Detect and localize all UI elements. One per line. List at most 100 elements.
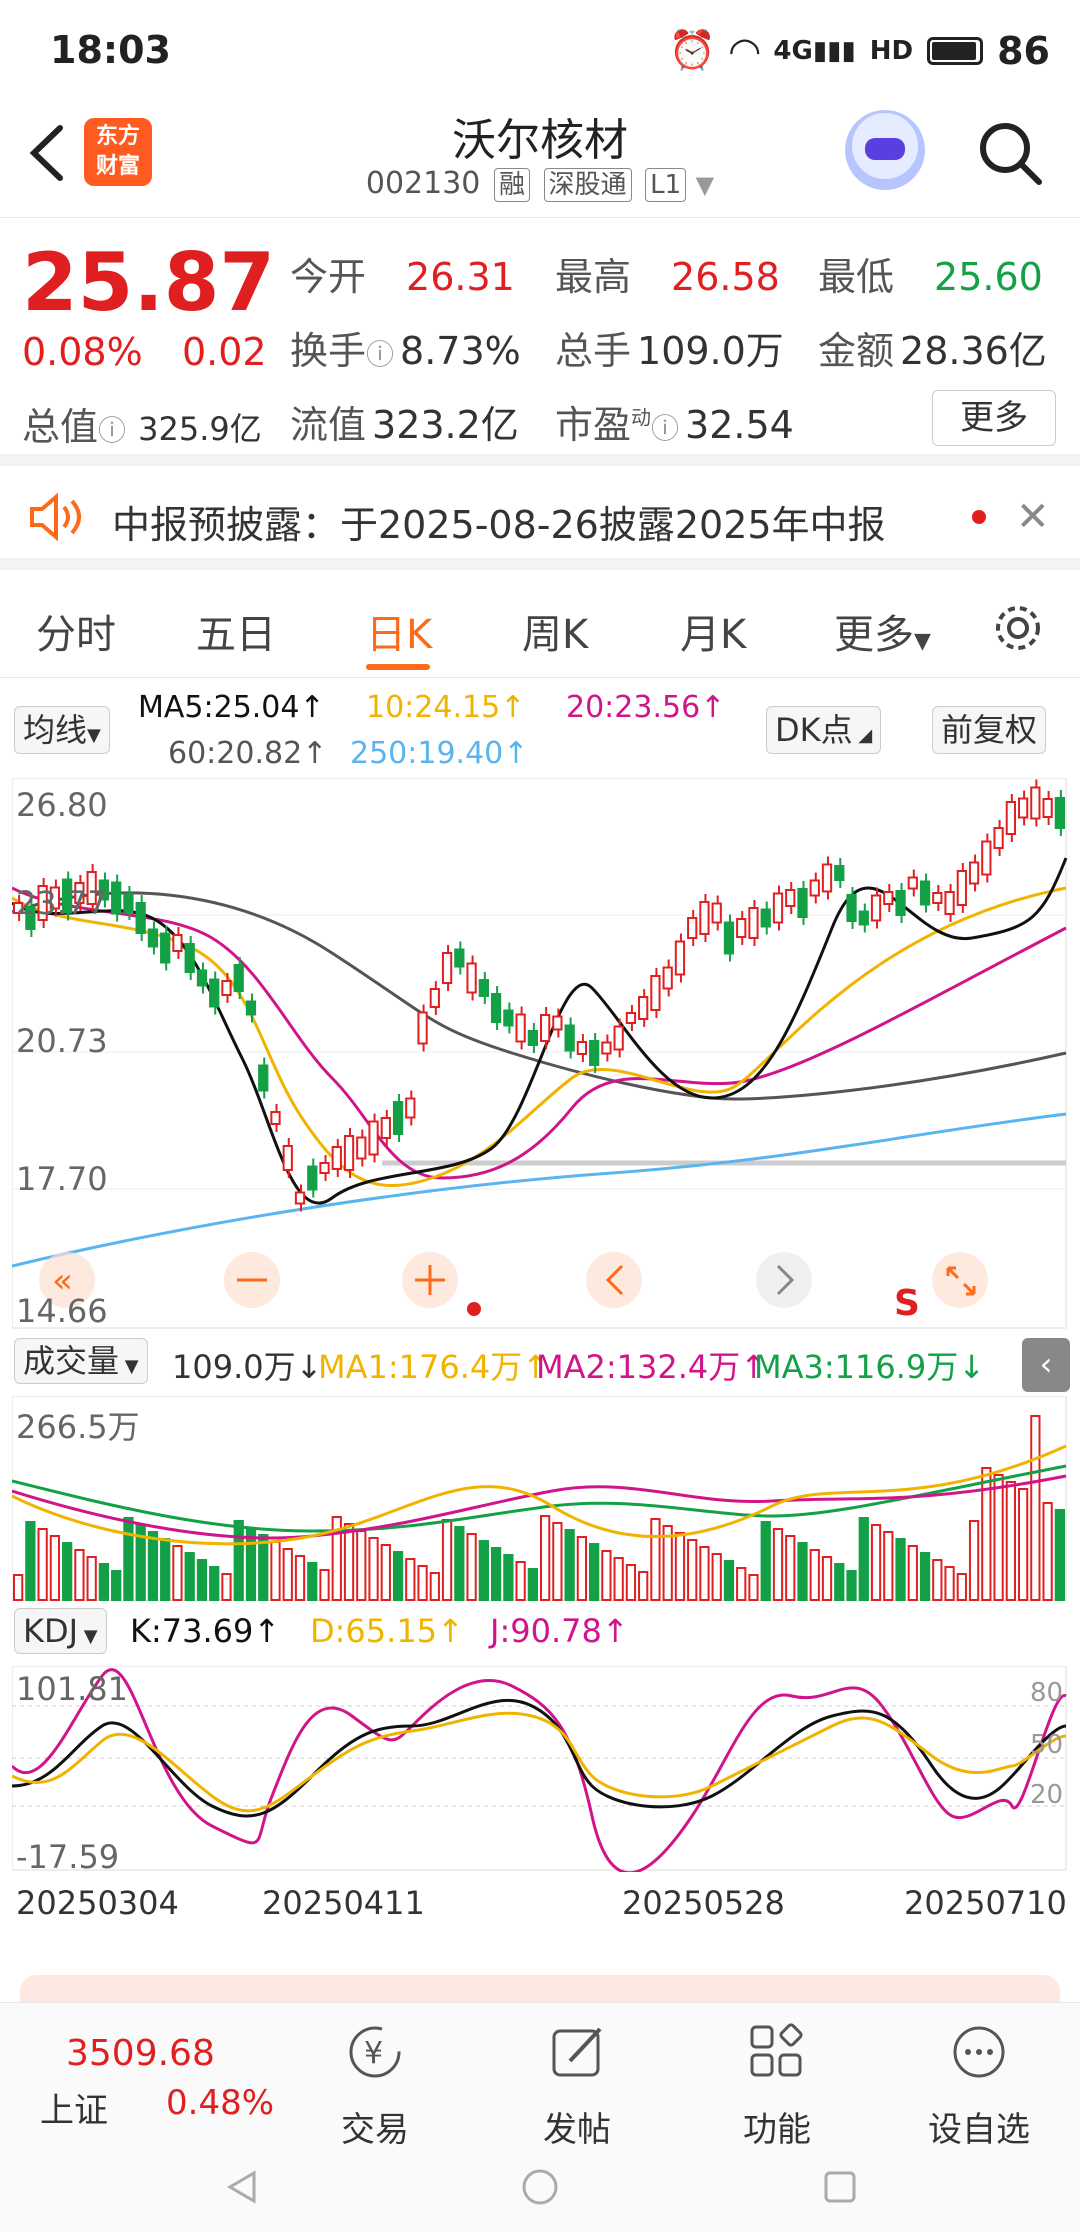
position-marker [467,1302,481,1316]
svg-text:¥: ¥ [364,2036,383,2071]
signal-icon: 4G▮▮▮ [773,35,856,66]
kline-axis-4: 17.70 [16,1160,108,1198]
kdj-level-50: 50 [1030,1730,1064,1760]
bottom-bar: 3509.68 上证 0.48% ¥ 交易 发帖 功能 设自选 [0,2002,1080,2232]
tab-weekly-k[interactable]: 周K [522,602,588,660]
kdj-level-80: 80 [1030,1678,1064,1708]
kdj-selector[interactable]: KDJ ▼ [14,1608,107,1654]
date-label: 20250710 [904,1884,1067,1922]
total-value: 总值ⓘ 325.9亿 [22,405,262,449]
status-bar: 18:03 ⏰ ◠ 4G▮▮▮ HD 86 [0,0,1080,100]
nav-trade[interactable]: ¥ 交易 [300,2021,450,2151]
notice-text: 中报预披露：于2025-08-26披露2025年中报 [112,503,886,547]
period-tabs: 分时 五日 日K 周K 月K 更多▼ [0,582,1080,678]
more-dots-icon [953,2026,1005,2078]
stock-code: 002130 [365,166,481,201]
float-value-cell: 流值 323.2亿 [290,403,519,447]
notice-bar[interactable]: 中报预披露：于2025-08-26披露2025年中报 ✕ [0,466,1080,570]
dk-point-selector[interactable]: DK点 ◢ [766,706,882,754]
info-icon[interactable]: ⓘ [98,414,126,447]
battery-icon [927,36,984,65]
amount-cell: 金额 28.36亿 [818,329,1047,373]
tab-more[interactable]: 更多▼ [834,602,931,660]
index-percent[interactable]: 0.48% [166,2083,274,2123]
tab-daily-k[interactable]: 日K [366,602,432,660]
status-time: 18:03 [50,28,171,72]
ma10-value: 10:24.15↑ [366,690,526,725]
volume-ma2: MA2:132.4万↑ [536,1348,768,1386]
status-icons: ⏰ ◠ 4G▮▮▮ HD 86 [669,28,1050,73]
home-circle-icon[interactable] [520,2167,560,2207]
date-axis: 20250304 20250411 20250528 20250710 [0,1880,1080,1960]
tag-margin: 融 [493,168,530,202]
recents-square-icon[interactable] [820,2167,860,2207]
kline-axis-top: 26.80 [16,786,108,824]
index-name[interactable]: 上证 [40,2083,108,2132]
nav-post[interactable]: 发帖 [502,2021,652,2151]
pe-cell: 市盈动ⓘ 32.54 [555,403,794,447]
volume-selector[interactable]: 成交量 ▼ [14,1338,148,1384]
date-label: 20250304 [16,1884,179,1922]
low-cell: 最低 25.60 [818,255,1043,299]
sell-marker: S [894,1283,920,1324]
tab-intraday[interactable]: 分时 [36,602,116,660]
unread-dot [972,510,986,524]
stock-header: 东方 财富 沃尔核材 002130 融 深股通 L1 ▼ [0,100,1080,218]
volume-legend: 成交量 ▼ 109.0万↓ MA1:176.4万↑ MA2:132.4万↑ MA… [0,1334,1080,1394]
volume-axis-top: 266.5万 [16,1408,140,1446]
tab-monthly-k[interactable]: 月K [680,602,746,660]
assistant-robot-icon[interactable] [845,110,925,190]
kline-chart[interactable]: « S [12,778,1068,1330]
chart-controls: « [39,1252,988,1316]
ma-selector[interactable]: 均线▼ [14,706,110,754]
change-percent: 0.08% [22,330,143,374]
kdj-level-20: 20 [1030,1780,1064,1810]
kdj-j: J:90.78↑ [490,1612,629,1650]
search-icon[interactable] [975,118,1045,188]
date-label: 20250528 [622,1884,785,1922]
wifi-icon: ◠ [730,28,760,73]
info-icon[interactable]: ⓘ [651,412,679,445]
ma250-value: 250:19.40↑ [350,736,529,771]
volume-cell: 总手 109.0万 [555,329,784,373]
ma-legend: 均线▼ MA5:25.04↑ 10:24.15↑ 20:23.56↑ 60:20… [0,680,1080,775]
gear-icon[interactable] [990,600,1046,656]
grid-icon [750,2023,803,2077]
kdj-axis-top: 101.81 [16,1670,128,1708]
yen-exchange-icon: ¥ [349,2026,401,2078]
hd-icon: HD [869,35,914,66]
kdj-chart[interactable] [12,1666,1068,1872]
active-tab-indicator [366,664,430,670]
nav-add-watchlist[interactable]: 设自选 [904,2021,1054,2151]
ma20-value: 20:23.56↑ [566,690,726,725]
back-triangle-icon[interactable] [222,2167,262,2207]
collapse-panel-icon[interactable]: ‹ [1022,1338,1070,1392]
battery-level: 86 [997,28,1050,73]
edit-icon [552,2027,602,2077]
last-price: 25.87 [22,236,276,329]
volume-ma1: MA1:176.4万↑ [318,1348,550,1386]
alarm-icon: ⏰ [668,28,717,72]
info-icon[interactable]: ⓘ [366,338,394,371]
chevron-down-icon[interactable]: ▼ [696,171,714,199]
turnover-cell: 换手ⓘ 8.73% [290,329,521,373]
nav-functions[interactable]: 功能 [702,2021,852,2151]
kdj-k: K:73.69↑ [130,1612,281,1650]
close-icon[interactable]: ✕ [1016,494,1050,540]
volume-ma3: MA3:116.9万↓ [754,1348,986,1386]
volume-chart[interactable] [12,1396,1068,1602]
tab-five-day[interactable]: 五日 [196,602,276,660]
kline-axis-bottom: 14.66 [16,1292,108,1330]
more-button[interactable]: 更多 [932,390,1056,446]
high-cell: 最高 26.58 [555,255,780,299]
date-label: 20250411 [262,1884,425,1922]
tag-level: L1 [645,168,687,202]
volume-value: 109.0万↓ [172,1348,323,1386]
system-nav [0,2153,1080,2223]
change-amount: 0.02 [182,330,267,374]
adjust-selector[interactable]: 前复权 [932,706,1047,754]
open-cell: 今开 26.31 [290,255,515,299]
index-value[interactable]: 3509.68 [66,2033,215,2074]
kdj-legend: KDJ ▼ K:73.69↑ D:65.15↑ J:90.78↑ [0,1604,1080,1664]
ma5-value: MA5:25.04↑ [138,690,325,725]
